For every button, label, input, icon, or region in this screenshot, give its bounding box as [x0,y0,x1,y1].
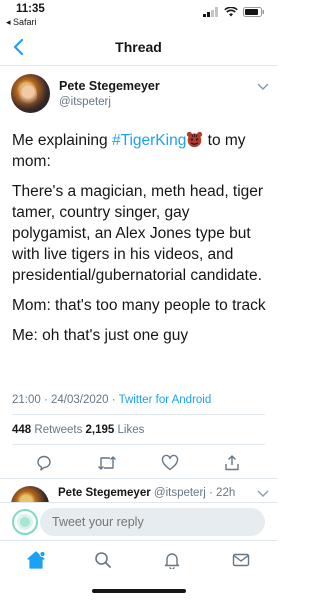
tweet-text-segment: Me explaining [12,132,112,149]
reply-icon [37,455,51,471]
chevron-down-icon[interactable] [257,82,269,92]
tweet-text: Me explaining #TigerKing to my mom: Ther… [12,130,267,355]
like-count: 2,195 [85,424,115,436]
tweet-stats: 448 Retweets 2,195 Likes [12,424,144,436]
status-icons [203,7,265,17]
tiger-emoji-icon [187,131,203,148]
reply-button[interactable] [33,452,55,474]
reply-author-handle: @itspeterj · 22h [150,487,236,499]
home-icon [27,550,46,569]
divider [12,444,265,445]
tab-search[interactable] [92,549,114,571]
reply-input[interactable] [40,508,265,536]
like-label: Likes [114,424,145,436]
battery-icon [243,7,264,17]
reply-author-avatar[interactable] [11,486,49,502]
chevron-down-icon[interactable] [257,489,269,499]
author-handle[interactable]: @itspeterj [59,96,111,108]
wifi-icon [224,7,238,17]
home-indicator [92,589,186,593]
author-avatar[interactable] [11,74,50,113]
bottom-tab-bar [0,540,277,600]
timestamp-text: 21:00 · 24/03/2020 · [12,394,119,406]
tweet-paragraph-1: Me explaining #TigerKing to my mom: [12,130,267,172]
status-bar: 11:35 ◂ Safari [0,0,277,30]
tweet-actions [0,450,277,476]
page-title: Thread [115,39,162,55]
tweet-paragraph-4: Me: oh that's just one guy [12,327,189,344]
notifications-icon [164,553,180,569]
hashtag-link[interactable]: #TigerKing [112,132,186,149]
divider [12,414,265,415]
retweet-count: 448 [12,424,32,436]
tweet-timestamp: 21:00 · 24/03/2020 · Twitter for Android [12,394,211,406]
tweet-paragraph-3: Mom: that's too many people to track [12,297,266,314]
tweet-source-link[interactable]: Twitter for Android [119,394,212,406]
tab-home[interactable] [25,549,47,571]
compose-avatar [12,509,38,535]
back-to-safari-link[interactable]: ◂ Safari [6,17,37,28]
share-button[interactable] [221,452,243,474]
like-count-link[interactable]: 2,195 Likes [86,424,145,436]
status-time: 11:35 [16,3,45,15]
reply-author[interactable]: Pete Stegemeyer @itspeterj · 22h [58,487,235,499]
author-name[interactable]: Pete Stegemeyer [59,79,160,93]
messages-icon [232,553,250,567]
like-icon [161,454,179,471]
reply-compose-bar [0,502,277,540]
tweet-paragraph-2: There's a magician, meth head, tiger tam… [12,183,264,284]
retweet-icon [98,456,116,470]
tab-messages[interactable] [230,549,252,571]
nav-header: Thread [0,30,277,66]
tab-notifications[interactable] [161,549,183,571]
reply-author-name: Pete Stegemeyer [58,487,151,499]
retweet-count-link[interactable]: 448 Retweets [12,424,86,436]
search-icon [95,552,111,568]
share-icon [225,455,239,471]
signal-icon [203,7,218,17]
like-button[interactable] [159,452,181,474]
retweet-label: Retweets [31,424,86,436]
divider [0,478,277,479]
retweet-button[interactable] [96,452,118,474]
avatar-image [11,486,49,502]
user-avatar-icon [17,514,33,530]
